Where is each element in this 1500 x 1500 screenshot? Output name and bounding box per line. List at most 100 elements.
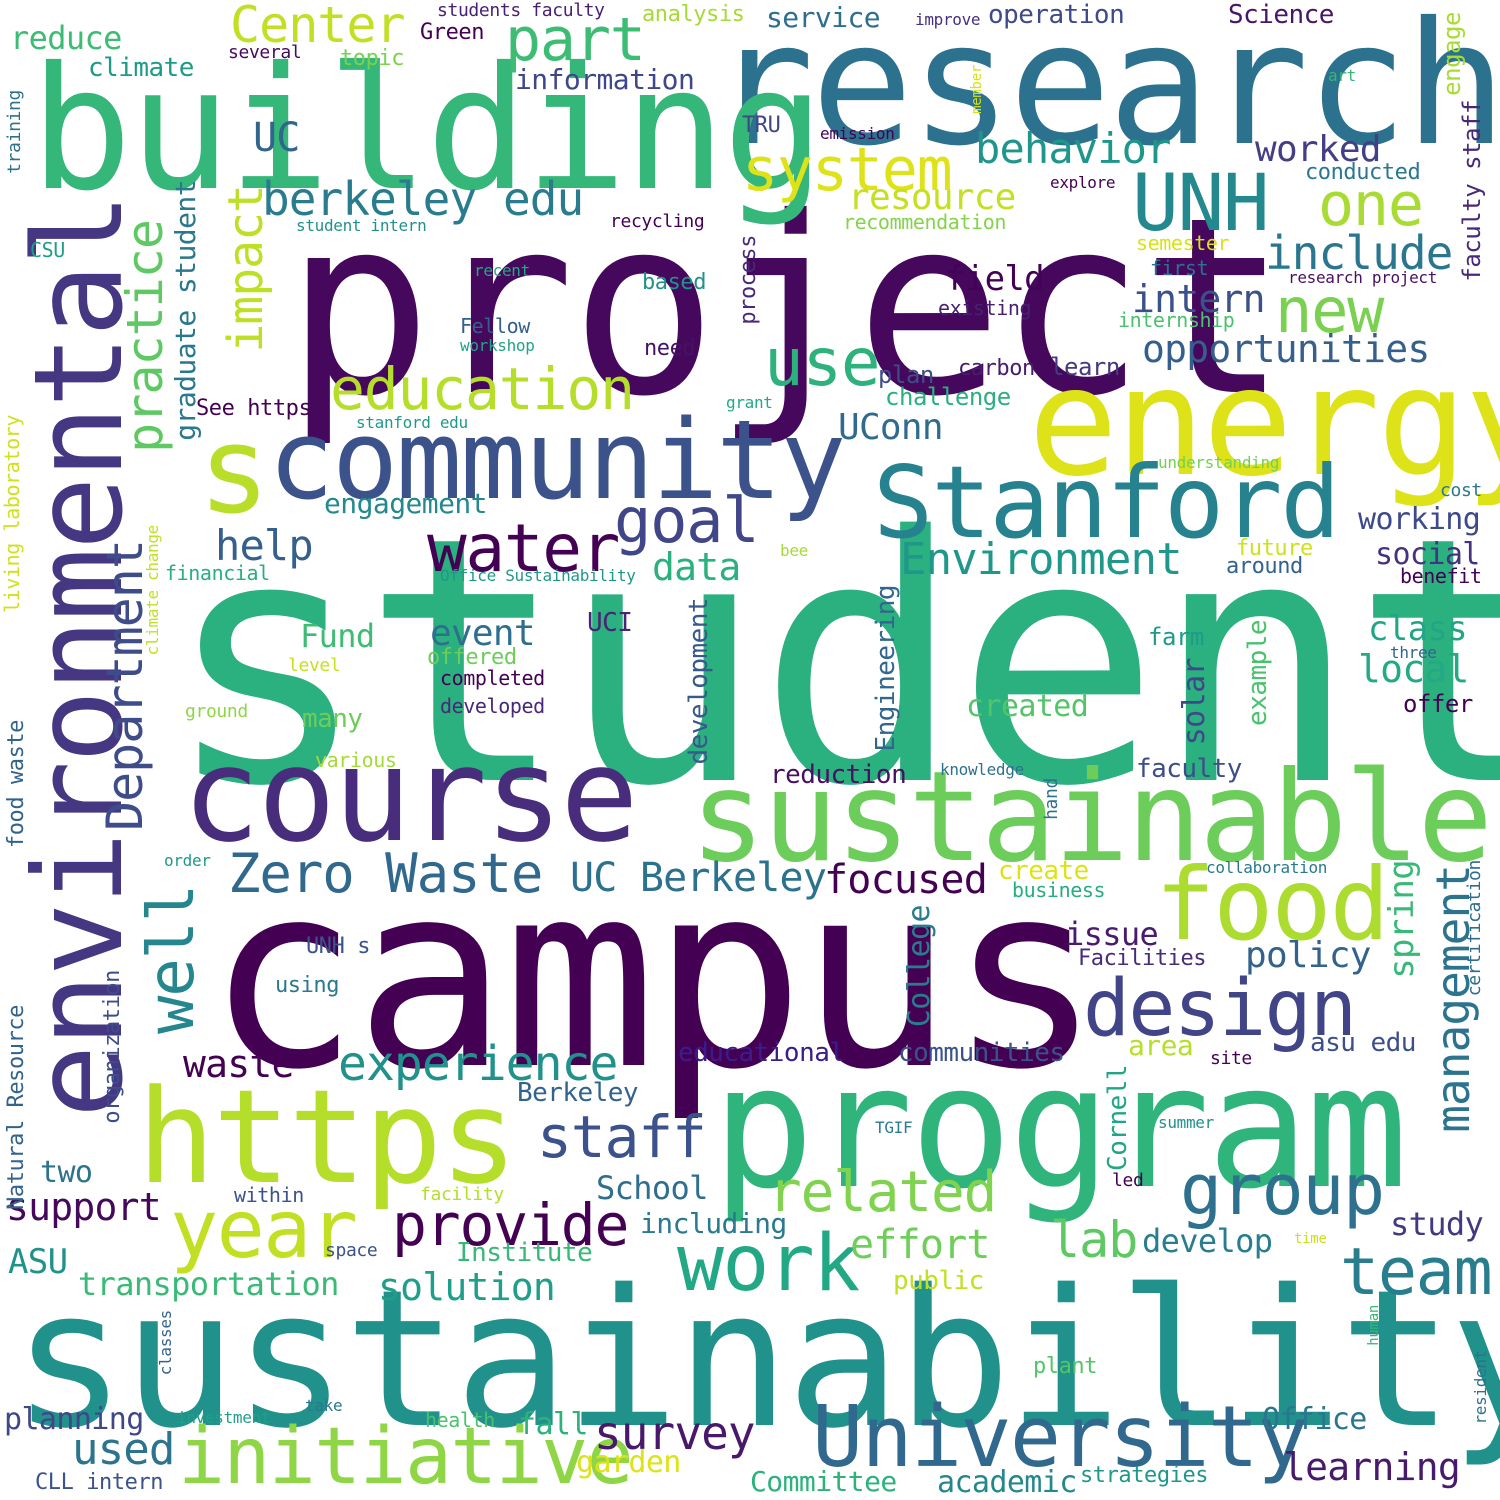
word-practice: practice <box>116 220 174 453</box>
word-emission: emission <box>820 124 895 143</box>
word-cornell: Cornell <box>1103 1065 1133 1171</box>
word-service: service <box>766 1 881 34</box>
word-see-https: See https <box>196 396 312 421</box>
word-facility: facility <box>420 1184 504 1205</box>
word-office-sustainability: Office Sustainability <box>440 566 636 585</box>
word-internship: internship <box>1118 308 1235 332</box>
word-green: Green <box>420 20 485 45</box>
word-hand: hand <box>1041 778 1062 820</box>
word-various: various <box>315 748 397 772</box>
word-class: class <box>1368 609 1468 649</box>
word-semester: semester <box>1136 231 1230 255</box>
word-solar: solar <box>1177 658 1212 746</box>
word-operation: operation <box>988 0 1125 30</box>
word-behavior: behavior <box>975 124 1171 173</box>
word-staff: staff <box>537 1103 707 1171</box>
word-plant: plant <box>1033 1354 1098 1379</box>
word-around: around <box>1226 554 1303 579</box>
word-uc-berkeley: UC Berkeley <box>570 855 827 901</box>
word-committee: Committee <box>750 1465 897 1498</box>
word-working: working <box>1358 502 1481 537</box>
word-study: study <box>1390 1205 1484 1243</box>
word-existing: existing <box>938 296 1032 320</box>
word-communities: communities <box>898 1038 1065 1068</box>
word-collaboration: collaboration <box>1206 858 1328 877</box>
word-asu-edu: asu edu <box>1310 1028 1416 1058</box>
word-training: training <box>4 90 25 174</box>
word-time: time <box>1294 1231 1327 1247</box>
word-health: health <box>425 1408 495 1432</box>
word-science: Science <box>1228 0 1334 30</box>
word-policy: policy <box>1245 935 1371 976</box>
word-cost: cost <box>1440 480 1482 501</box>
word-certification: certification <box>1464 860 1485 997</box>
word-solution: solution <box>378 1265 556 1309</box>
word-organization: organization <box>100 970 125 1124</box>
word-educational: educational <box>678 1038 845 1068</box>
word-challenge: challenge <box>885 383 1011 411</box>
word-two: two <box>40 1155 93 1190</box>
word-art: art <box>1328 66 1356 85</box>
word-lab: lab <box>1050 1211 1138 1269</box>
word-facilities: Facilities <box>1078 946 1207 971</box>
word-strategies: strategies <box>1080 1463 1209 1488</box>
word-planning: planning <box>4 1402 144 1437</box>
word-student-intern: student intern <box>296 216 427 235</box>
word-development: development <box>684 598 714 765</box>
word-summer: summer <box>1158 1113 1214 1132</box>
word-explore: explore <box>1050 173 1116 192</box>
word-institute: Institute <box>456 1238 593 1268</box>
word-business: business <box>1012 878 1106 902</box>
word-based: based <box>642 270 707 295</box>
word-three: three <box>1390 643 1437 662</box>
word-climate-change: climate change <box>143 525 162 656</box>
word-data: data <box>652 545 741 589</box>
word-students-faculty: students faculty <box>437 0 605 21</box>
word-fund: Fund <box>300 617 375 655</box>
word-within: within <box>234 1183 304 1207</box>
word-effort: effort <box>850 1222 991 1268</box>
word-course: course <box>182 719 639 871</box>
word-recycling: recycling <box>610 211 705 232</box>
word-related: related <box>768 1160 997 1225</box>
word-information: information <box>515 63 695 96</box>
word-garden: garden <box>576 1445 681 1480</box>
word-completed: completed <box>440 666 545 690</box>
word-developed: developed <box>440 694 545 718</box>
word-need: need <box>644 336 696 361</box>
word-s: s <box>198 402 270 541</box>
word-csu: CSU <box>30 238 65 262</box>
word-public: public <box>893 1266 984 1296</box>
word-recent: recent <box>474 261 530 280</box>
word-level: level <box>288 655 341 676</box>
word-unh-s: UNH s <box>306 934 371 959</box>
word-classes: classes <box>156 1310 175 1376</box>
word-research-project: research project <box>1288 268 1438 287</box>
word-field: field <box>945 259 1045 299</box>
word-use: use <box>764 324 881 401</box>
word-engagement: engagement <box>324 487 488 520</box>
word-site: site <box>1210 1048 1252 1069</box>
word-topic: topic <box>340 46 405 71</box>
word-uci: UCI <box>587 608 633 638</box>
word-fall: fall <box>518 1407 588 1442</box>
word-environment: Environment <box>900 534 1183 585</box>
word-investment: investment <box>177 1408 271 1427</box>
word-goal: goal <box>614 484 760 557</box>
word-understanding: understanding <box>1158 453 1280 472</box>
word-benefit: benefit <box>1400 564 1482 588</box>
word-food-waste: food waste <box>4 720 29 849</box>
word-stanford-edu: stanford edu <box>356 413 468 432</box>
word-college: College <box>902 905 937 1028</box>
word-knowledge: knowledge <box>940 760 1024 779</box>
word-many: many <box>302 704 363 734</box>
word-group: group <box>1180 1149 1385 1231</box>
word-learning: learning <box>1283 1445 1461 1489</box>
word-several: several <box>228 42 302 63</box>
word-climate: climate <box>88 53 194 83</box>
word-conducted: conducted <box>1305 160 1421 185</box>
word-tru: TRU <box>742 113 781 138</box>
word-led: led <box>1112 1170 1144 1191</box>
word-engineering: Engineering <box>871 585 901 752</box>
word-team: team <box>1340 1235 1493 1310</box>
